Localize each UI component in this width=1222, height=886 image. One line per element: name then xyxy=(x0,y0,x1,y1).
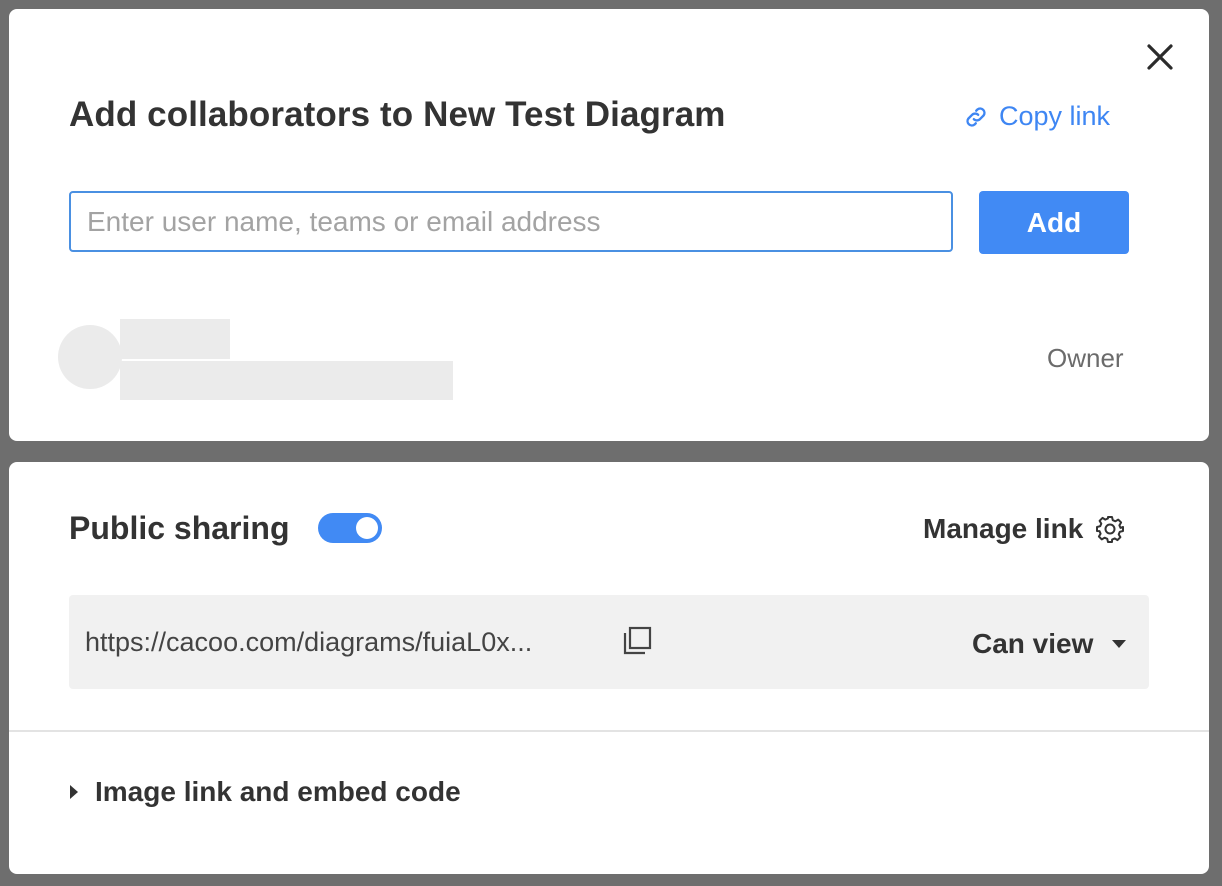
embed-code-expander[interactable]: Image link and embed code xyxy=(69,776,461,808)
share-url-box: https://cacoo.com/diagrams/fuiaL0x... Ca… xyxy=(69,595,1149,689)
toggle-knob xyxy=(356,517,378,539)
embed-code-label: Image link and embed code xyxy=(95,776,461,807)
copy-link-button[interactable]: Copy link xyxy=(963,101,1110,132)
public-sharing-label: Public sharing xyxy=(69,510,290,546)
divider xyxy=(9,730,1209,732)
manage-link-button[interactable]: Manage link xyxy=(923,513,1125,545)
link-icon xyxy=(966,106,986,127)
caret-down-icon xyxy=(1112,640,1127,648)
permission-select[interactable]: Can view xyxy=(972,628,1127,660)
share-url[interactable]: https://cacoo.com/diagrams/fuiaL0x... xyxy=(85,627,585,658)
owner-role-label: Owner xyxy=(1047,343,1124,373)
permission-value: Can view xyxy=(972,628,1094,659)
public-sharing-panel: Public sharing Manage link https://cacoo… xyxy=(9,462,1209,874)
dialog-title: Add collaborators to New Test Diagram xyxy=(69,95,726,134)
close-button[interactable] xyxy=(1143,40,1177,74)
manage-link-label: Manage link xyxy=(923,513,1084,544)
caret-right-icon xyxy=(70,785,78,799)
close-icon[interactable] xyxy=(1146,43,1174,71)
avatar xyxy=(58,325,122,389)
copy-icon[interactable] xyxy=(621,625,653,657)
user-name-placeholder xyxy=(120,319,230,359)
user-email-placeholder xyxy=(120,361,453,400)
copy-link-label: Copy link xyxy=(999,101,1111,131)
add-collaborators-panel: Add collaborators to New Test Diagram Co… xyxy=(9,9,1209,441)
add-button[interactable]: Add xyxy=(979,191,1129,254)
collaborator-search-input[interactable] xyxy=(69,191,953,252)
gear-icon xyxy=(1096,516,1125,543)
public-sharing-toggle[interactable] xyxy=(318,513,382,543)
